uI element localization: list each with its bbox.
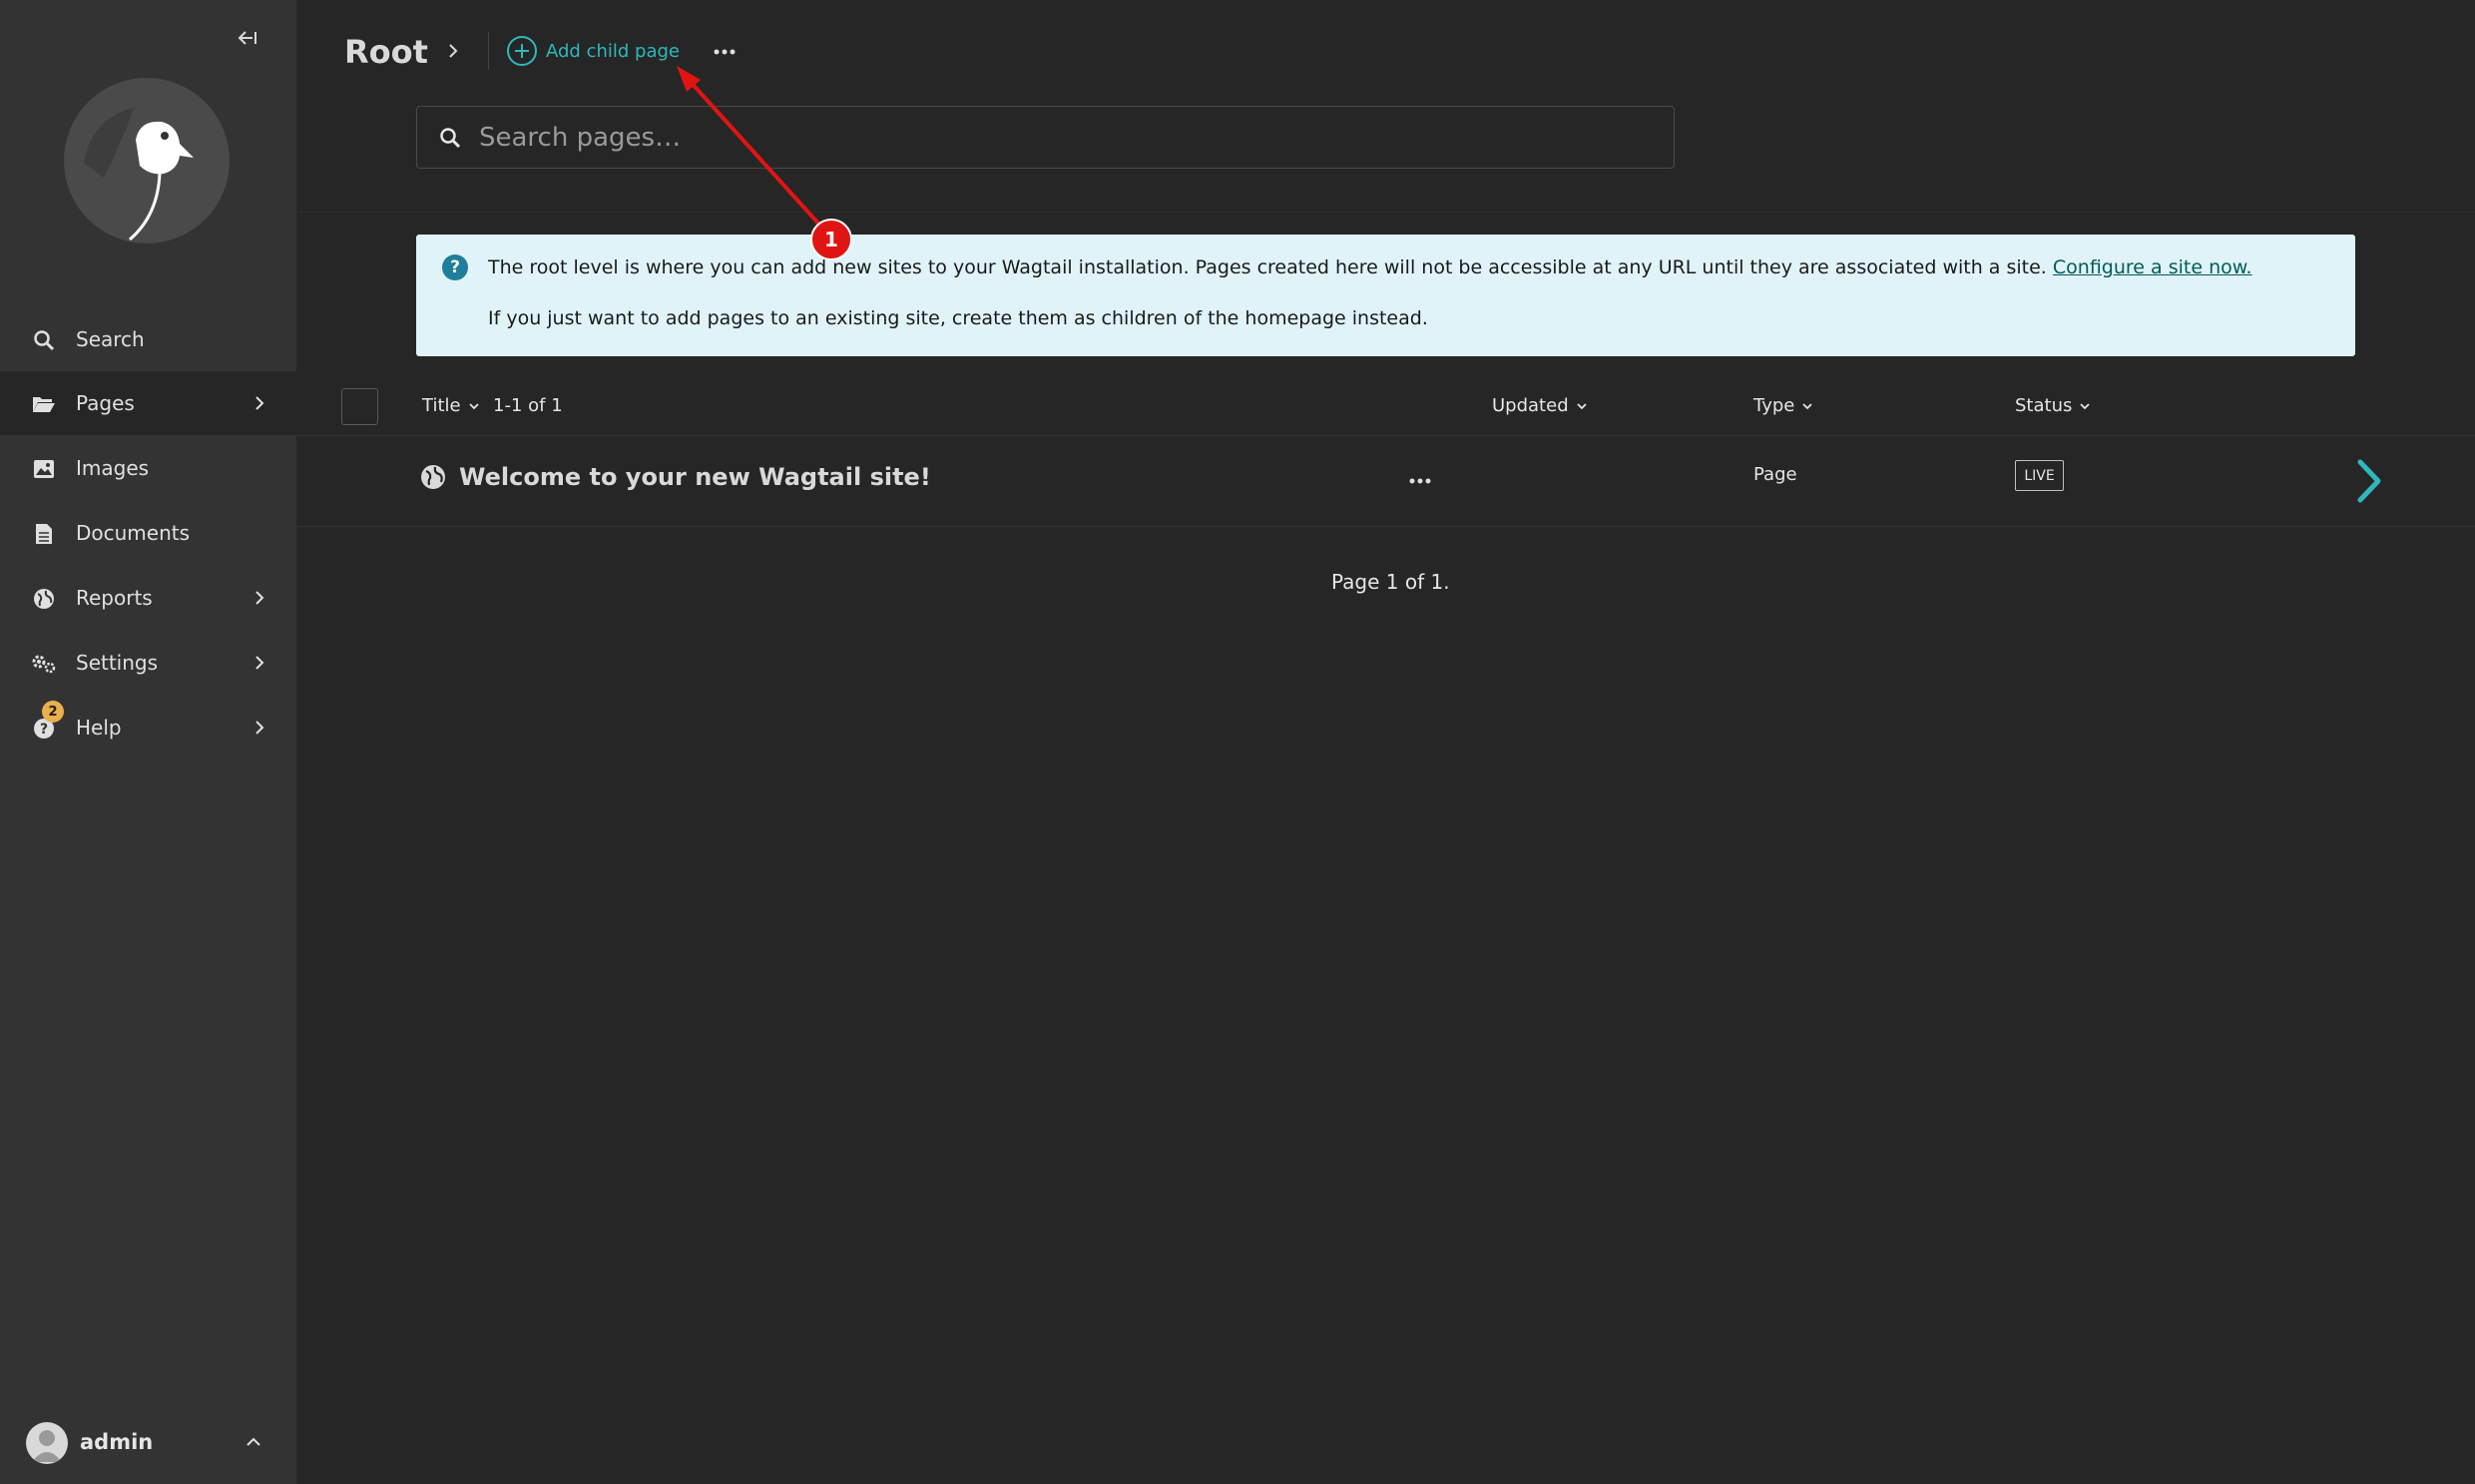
sidebar: Search Pages Images Documents Reports Se… [0, 0, 296, 1484]
chevron-right-icon [255, 396, 264, 410]
account-name: admin [80, 1430, 154, 1454]
chevron-right-icon [255, 656, 264, 670]
avatar [26, 1422, 68, 1464]
cogs-icon [32, 652, 56, 676]
column-status-sort[interactable]: Status [2015, 395, 2092, 416]
page-header: Root Add child page [296, 0, 2475, 213]
sidebar-item-label: Reports [76, 586, 153, 610]
dots-horizontal-icon [1409, 478, 1431, 484]
dots-horizontal-icon [714, 49, 736, 55]
account-menu[interactable]: admin [0, 1412, 296, 1472]
select-all-checkbox[interactable] [341, 388, 378, 425]
search-box [416, 106, 1675, 169]
status-badge: LIVE [2015, 460, 2064, 491]
chevron-down-icon [2080, 402, 2090, 409]
header-divider [488, 32, 489, 70]
sidebar-item-label: Documents [76, 521, 191, 545]
svg-text:?: ? [40, 722, 48, 738]
collapse-left-icon [238, 31, 256, 45]
sidebar-item-settings[interactable]: Settings [0, 631, 296, 695]
explore-children-arrow-icon[interactable] [2350, 456, 2386, 506]
search-icon [32, 328, 56, 352]
column-title-label: Title [422, 395, 461, 416]
pagination-text: Page 1 of 1. [1331, 570, 1450, 594]
annotation-badge: 1 [810, 219, 852, 260]
table-header: Title 1-1 of 1 Updated Type Status [296, 379, 2475, 436]
sidebar-item-label: Settings [76, 651, 159, 675]
page-title-link[interactable]: Welcome to your new Wagtail site! [459, 463, 931, 491]
column-title-sort[interactable]: Title [422, 395, 481, 416]
wagtail-bird-logo [64, 78, 230, 244]
sidebar-item-label: Search [76, 327, 145, 351]
configure-site-link[interactable]: Configure a site now. [2053, 256, 2252, 278]
document-icon [32, 522, 56, 546]
sidebar-item-label: Help [76, 716, 122, 740]
sidebar-item-pages[interactable]: Pages [0, 371, 296, 435]
column-updated-label: Updated [1492, 395, 1569, 416]
add-child-page-label: Add child page [546, 40, 680, 62]
search-icon [440, 128, 461, 149]
help-circle-icon: ? [442, 254, 468, 280]
chevron-down-icon [1802, 402, 1812, 409]
folder-open-icon [32, 392, 56, 416]
wagtail-logo[interactable] [64, 78, 230, 244]
column-status-label: Status [2015, 395, 2073, 416]
sidebar-item-documents[interactable]: Documents [0, 501, 296, 565]
plus-circle-icon [507, 36, 537, 66]
help-message: ? The root level is where you can add ne… [416, 235, 2355, 356]
chevron-right-icon [255, 591, 264, 605]
result-count: 1-1 of 1 [493, 395, 563, 416]
chevron-up-icon [247, 1437, 260, 1446]
sidebar-item-reports[interactable]: Reports [0, 566, 296, 630]
help-message-line1: The root level is where you can add new … [488, 256, 2047, 278]
sidebar-item-images[interactable]: Images [0, 436, 296, 500]
image-icon [32, 457, 56, 481]
help-message-line2: If you just want to add pages to an exis… [488, 307, 1428, 329]
globe-icon [32, 587, 56, 611]
search-input[interactable] [479, 107, 1657, 168]
page-type: Page [1753, 464, 1797, 485]
column-updated-sort[interactable]: Updated [1492, 395, 1589, 416]
chevron-right-icon [255, 721, 264, 735]
column-type-sort[interactable]: Type [1753, 395, 1814, 416]
page-title[interactable]: Root [344, 33, 428, 71]
row-more-actions-button[interactable] [1402, 466, 1438, 496]
help-notification-badge: 2 [42, 701, 64, 723]
collapse-sidebar-button[interactable] [228, 22, 267, 54]
sidebar-item-search[interactable]: Search [0, 307, 296, 371]
chevron-down-icon [1576, 402, 1587, 409]
app: Search Pages Images Documents Reports Se… [0, 0, 2475, 1484]
breadcrumb-chevron-icon[interactable] [444, 42, 462, 60]
more-actions-button[interactable] [708, 38, 742, 66]
sidebar-item-label: Pages [76, 391, 135, 415]
help-message-text: The root level is where you can add new … [488, 256, 2252, 278]
globe-icon [421, 465, 445, 489]
column-type-label: Type [1753, 395, 1795, 416]
chevron-down-icon [468, 402, 479, 409]
sidebar-item-label: Images [76, 456, 150, 480]
table-row: Welcome to your new Wagtail site! Page L… [296, 436, 2475, 527]
annotation-arrow [677, 66, 822, 228]
add-child-page-button[interactable]: Add child page [506, 34, 680, 68]
